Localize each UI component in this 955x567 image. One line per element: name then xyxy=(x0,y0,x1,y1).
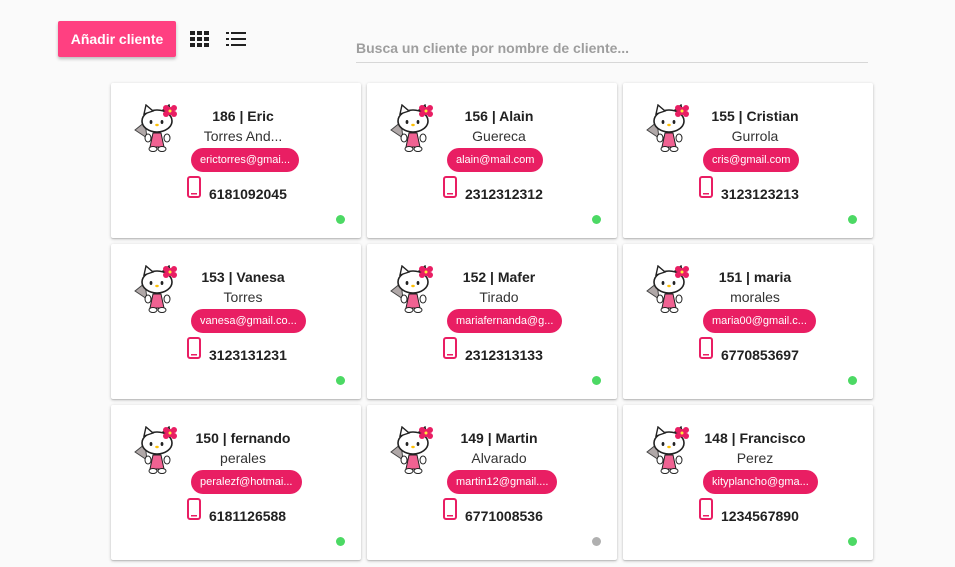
client-email-badge: vanesa@gmail.co... xyxy=(191,309,306,333)
client-phone: 6770853697 xyxy=(721,347,799,363)
client-card[interactable]: 186 | Eric Torres And... erictorres@gmai… xyxy=(111,83,361,238)
grid-view-icon[interactable] xyxy=(186,25,214,53)
client-phone: 2312313133 xyxy=(465,347,543,363)
client-card[interactable]: 148 | Francisco Perez kityplancho@gma...… xyxy=(623,405,873,560)
client-lastname: Gurrola xyxy=(731,128,779,144)
client-name: 156 | Alain xyxy=(464,108,534,124)
client-name: 151 | maria xyxy=(718,269,792,285)
client-email-badge: peralezf@hotmai... xyxy=(191,470,302,494)
client-phone: 6181092045 xyxy=(209,186,287,202)
search-input[interactable] xyxy=(356,38,868,56)
status-indicator xyxy=(592,215,601,224)
client-name: 186 | Eric xyxy=(212,108,274,124)
phone-icon xyxy=(443,498,457,520)
client-lastname: Torres xyxy=(223,289,263,305)
phone-icon xyxy=(443,337,457,359)
client-email-badge: maria00@gmail.c... xyxy=(703,309,816,333)
status-indicator xyxy=(336,215,345,224)
status-indicator xyxy=(592,376,601,385)
client-lastname: Alvarado xyxy=(471,450,527,466)
client-lastname: morales xyxy=(730,289,780,305)
client-email-badge: martin12@gmail.... xyxy=(447,470,558,494)
client-email-badge: cris@gmail.com xyxy=(703,148,800,172)
client-phone: 3123123213 xyxy=(721,186,799,202)
client-email-badge: alain@mail.com xyxy=(447,148,544,172)
search-bar xyxy=(356,38,868,63)
client-card[interactable]: 155 | Cristian Gurrola cris@gmail.com 31… xyxy=(623,83,873,238)
client-name: 153 | Vanesa xyxy=(201,269,285,285)
client-card[interactable]: 156 | Alain Guereca alain@mail.com 23123… xyxy=(367,83,617,238)
client-email-badge: mariafernanda@g... xyxy=(447,309,563,333)
client-lastname: Tirado xyxy=(479,289,519,305)
client-email-badge: kityplancho@gma... xyxy=(703,470,818,494)
phone-icon xyxy=(699,498,713,520)
status-indicator xyxy=(848,376,857,385)
status-indicator xyxy=(336,537,345,546)
client-card[interactable]: 151 | maria morales maria00@gmail.c... 6… xyxy=(623,244,873,399)
client-lastname: Perez xyxy=(736,450,774,466)
client-phone: 6181126588 xyxy=(209,508,287,524)
add-client-button[interactable]: Añadir cliente xyxy=(58,21,176,57)
client-phone: 2312312312 xyxy=(465,186,543,202)
phone-icon xyxy=(187,498,201,520)
client-name: 148 | Francisco xyxy=(704,430,806,446)
client-name: 152 | Mafer xyxy=(462,269,536,285)
status-indicator xyxy=(336,376,345,385)
phone-icon xyxy=(699,337,713,359)
phone-icon xyxy=(187,176,201,198)
client-lastname: Torres And... xyxy=(203,128,283,144)
client-lastname: Guereca xyxy=(472,128,526,144)
client-lastname: perales xyxy=(220,450,266,466)
client-email-badge: erictorres@gmai... xyxy=(191,148,300,172)
client-phone: 6771008536 xyxy=(465,508,543,524)
client-card[interactable]: 153 | Vanesa Torres vanesa@gmail.co... 3… xyxy=(111,244,361,399)
client-card[interactable]: 150 | fernando perales peralezf@hotmai..… xyxy=(111,405,361,560)
client-name: 155 | Cristian xyxy=(711,108,799,124)
toolbar: Añadir cliente xyxy=(58,21,250,57)
client-card[interactable]: 149 | Martin Alvarado martin12@gmail....… xyxy=(367,405,617,560)
status-indicator xyxy=(848,537,857,546)
status-indicator xyxy=(592,537,601,546)
client-phone: 1234567890 xyxy=(721,508,799,524)
client-phone: 3123131231 xyxy=(209,347,287,363)
client-name: 149 | Martin xyxy=(460,430,538,446)
client-name: 150 | fernando xyxy=(195,430,291,446)
phone-icon xyxy=(699,176,713,198)
phone-icon xyxy=(187,337,201,359)
status-indicator xyxy=(848,215,857,224)
list-view-icon[interactable] xyxy=(222,25,250,53)
client-card[interactable]: 152 | Mafer Tirado mariafernanda@g... 23… xyxy=(367,244,617,399)
phone-icon xyxy=(443,176,457,198)
